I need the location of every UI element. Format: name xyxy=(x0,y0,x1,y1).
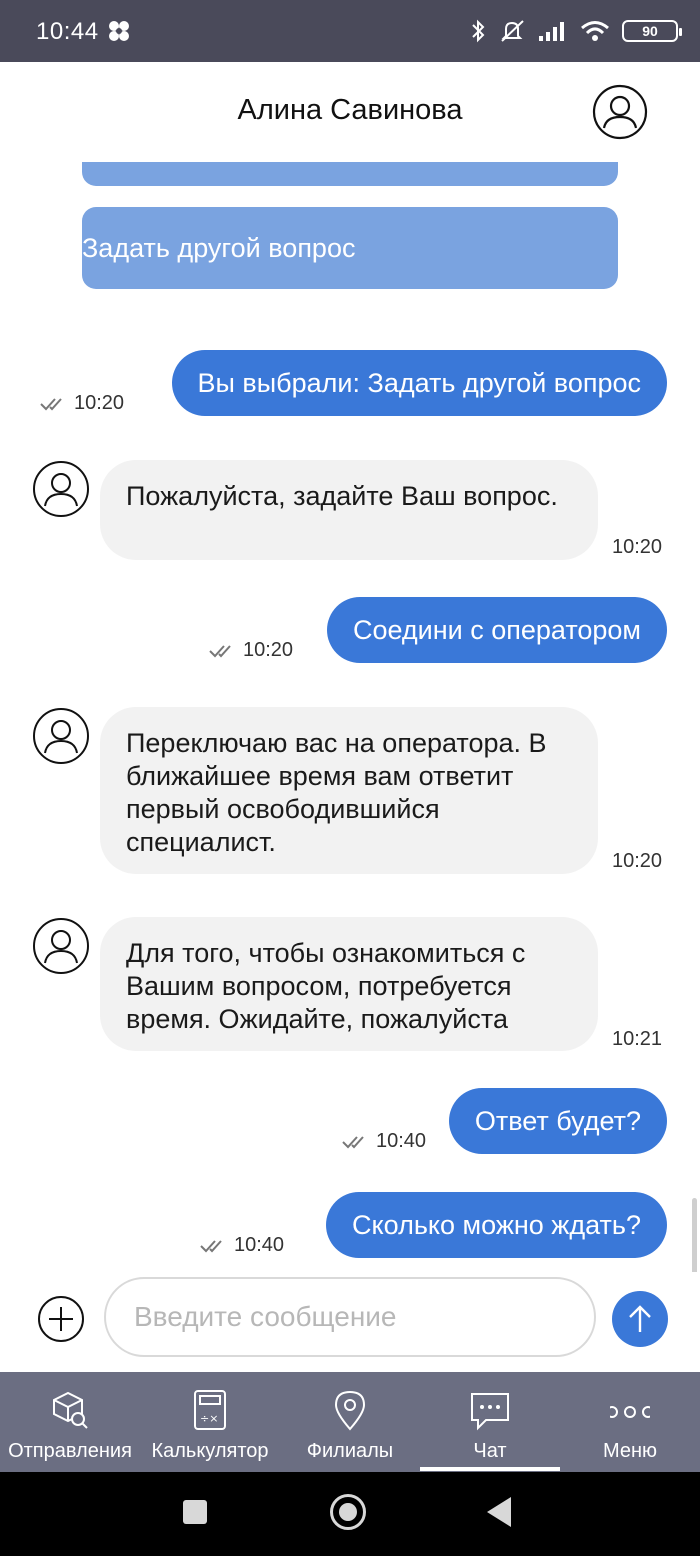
profile-avatar-icon[interactable] xyxy=(592,84,648,140)
message-meta: 10:40 xyxy=(342,1130,426,1153)
system-nav-bar xyxy=(0,1472,700,1556)
wifi-icon xyxy=(581,21,609,41)
tab-shipments[interactable]: Отправления xyxy=(0,1372,140,1472)
fan-icon xyxy=(109,21,129,41)
bottom-tab-bar: Отправления ÷× Калькулятор Филиалы Чат М… xyxy=(0,1372,700,1472)
incoming-message-bubble: Для того, чтобы ознакомиться с Вашим воп… xyxy=(100,917,598,1051)
tab-label: Чат xyxy=(473,1440,507,1462)
message-time: 10:20 xyxy=(612,850,663,872)
attach-plus-icon[interactable] xyxy=(37,1295,85,1343)
message-meta: 10:20 xyxy=(40,392,124,415)
outgoing-message-bubble: Соедини с оператором xyxy=(326,597,667,663)
message-time: 10:40 xyxy=(234,1234,285,1256)
tab-calculator[interactable]: ÷× Калькулятор xyxy=(140,1372,280,1472)
send-button[interactable] xyxy=(612,1291,668,1347)
outgoing-message-bubble: Сколько можно ждать? xyxy=(326,1192,667,1258)
double-check-icon xyxy=(200,1239,222,1252)
option-button-partial[interactable] xyxy=(82,162,618,186)
double-check-icon xyxy=(342,1135,364,1148)
calculator-icon: ÷× xyxy=(194,1390,226,1430)
operator-avatar-icon xyxy=(33,918,89,974)
signal-icon xyxy=(539,22,564,41)
tab-label: Филиалы xyxy=(306,1440,394,1462)
chat-icon xyxy=(471,1393,509,1431)
arrow-up-icon xyxy=(629,1305,651,1332)
double-check-icon xyxy=(40,397,62,410)
message-meta: 10:40 xyxy=(200,1234,284,1257)
message-time: 10:20 xyxy=(74,392,125,414)
message-time: 10:21 xyxy=(612,1028,663,1050)
tab-branches[interactable]: Филиалы xyxy=(280,1372,420,1472)
more-dots-icon xyxy=(610,1406,650,1418)
status-bar: 10:44 90 xyxy=(0,0,700,62)
operator-avatar-icon xyxy=(33,708,89,764)
bluetooth-icon xyxy=(472,19,485,43)
message-input[interactable] xyxy=(104,1277,596,1357)
incoming-message-bubble: Переключаю вас на оператора. В ближайшее… xyxy=(100,707,598,874)
svg-text:÷×: ÷× xyxy=(200,1412,218,1425)
chat-scrollbar[interactable] xyxy=(692,1198,697,1272)
operator-avatar-icon xyxy=(33,461,89,517)
tab-menu[interactable]: Меню xyxy=(560,1372,700,1472)
active-tab-indicator xyxy=(420,1467,560,1471)
tab-label: Меню xyxy=(602,1440,658,1462)
chat-header: Алина Савинова xyxy=(0,62,700,162)
outgoing-message-bubble: Вы выбрали: Задать другой вопрос xyxy=(171,350,667,416)
tab-chat[interactable]: Чат xyxy=(420,1372,560,1472)
incoming-message-bubble: Пожалуйста, задайте Ваш вопрос. xyxy=(100,460,598,560)
location-pin-icon xyxy=(334,1390,366,1431)
message-time: 10:20 xyxy=(612,536,663,558)
message-time: 10:20 xyxy=(243,639,294,661)
double-check-icon xyxy=(209,644,231,657)
tab-label: Калькулятор xyxy=(151,1440,269,1462)
recents-button[interactable] xyxy=(183,1500,207,1524)
back-button[interactable] xyxy=(487,1497,511,1527)
tab-label: Отправления xyxy=(8,1440,132,1462)
mute-bell-icon xyxy=(501,20,524,42)
option-other-question-button[interactable]: Задать другой вопрос xyxy=(82,207,618,289)
outgoing-message-bubble: Ответ будет? xyxy=(448,1088,667,1154)
message-meta: 10:20 xyxy=(209,639,293,662)
status-icons: 90 xyxy=(470,16,682,46)
message-composer xyxy=(0,1272,700,1372)
chat-messages[interactable]: Задать другой вопрос Вы выбрали: Задать … xyxy=(0,162,700,1272)
status-time: 10:44 xyxy=(36,18,99,45)
package-search-icon xyxy=(53,1391,88,1429)
message-time: 10:40 xyxy=(376,1130,427,1152)
home-button[interactable] xyxy=(330,1494,366,1530)
battery-icon: 90 xyxy=(622,20,682,42)
